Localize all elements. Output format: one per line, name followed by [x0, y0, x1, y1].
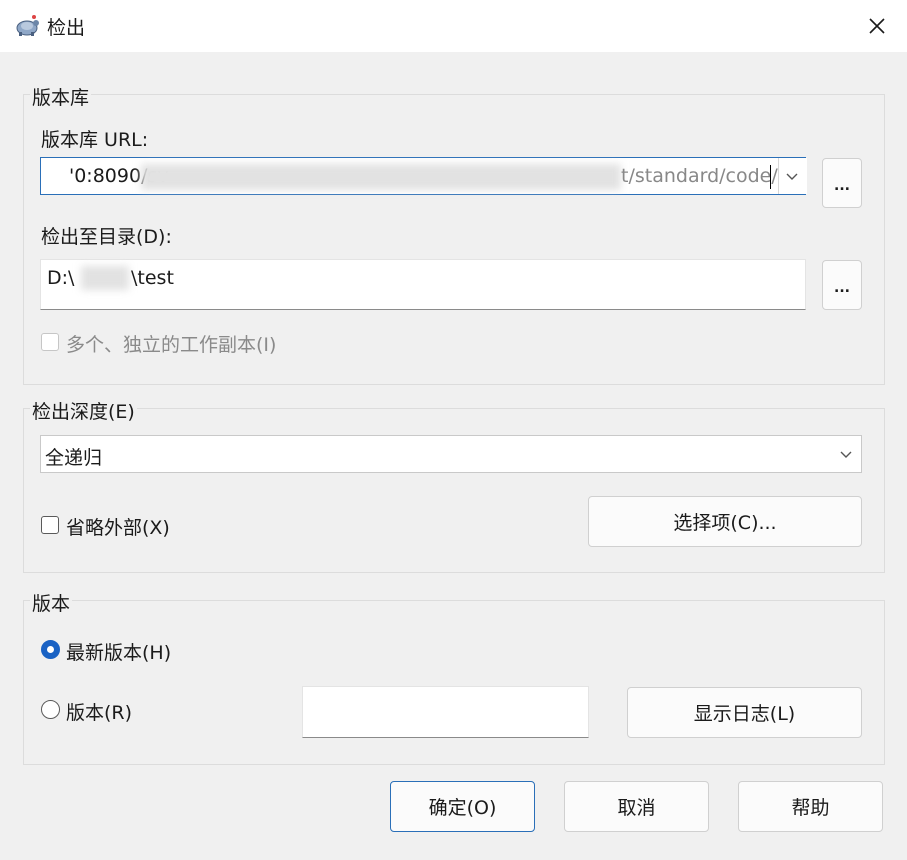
repository-group-label: 版本库 [30, 83, 92, 110]
depth-group [23, 408, 885, 573]
checkout-dir-redacted [81, 266, 129, 290]
choose-items-button[interactable]: 选择项(C)... [588, 496, 862, 547]
url-redacted [141, 164, 621, 190]
specific-revision-radio[interactable] [41, 700, 60, 719]
close-icon[interactable] [861, 10, 893, 42]
checkout-dir-label: 检出至目录(D): [41, 226, 172, 248]
checkout-dialog: 检出 版本库 版本库 URL: '0:8090/sv t/standard/co… [0, 0, 907, 860]
cancel-button[interactable]: 取消 [564, 781, 709, 832]
multiple-copies-checkbox[interactable] [41, 333, 59, 351]
browse-dir-button[interactable]: ... [822, 260, 862, 310]
title-bar: 检出 [0, 0, 907, 52]
omit-externals-label: 省略外部(X) [66, 517, 170, 539]
revision-input[interactable] [302, 686, 589, 738]
url-dropdown-chevron-icon[interactable] [778, 158, 807, 194]
window-title: 检出 [47, 17, 86, 39]
text-cursor [770, 165, 771, 189]
head-revision-label: 最新版本(H) [66, 642, 172, 664]
head-revision-radio[interactable] [41, 640, 60, 659]
checkout-dir-suffix: \test [131, 267, 174, 289]
url-value-right: t/standard/code/ [621, 165, 778, 187]
checkout-dir-prefix: D:\ [47, 267, 75, 289]
omit-externals-checkbox[interactable] [41, 516, 59, 534]
revision-group [23, 600, 885, 765]
ok-button[interactable]: 确定(O) [390, 781, 535, 832]
depth-select[interactable]: 全递归 [40, 435, 862, 473]
checkout-dir-input[interactable]: D:\ \test [40, 259, 806, 310]
chevron-down-icon [840, 451, 852, 458]
tortoise-icon [14, 14, 40, 38]
depth-selected-value: 全递归 [45, 447, 103, 469]
specific-revision-label: 版本(R) [66, 702, 133, 724]
url-combobox[interactable]: '0:8090/sv t/standard/code/ [40, 157, 807, 195]
help-button[interactable]: 帮助 [738, 781, 883, 832]
multiple-copies-label: 多个、独立的工作副本(I) [66, 334, 277, 356]
depth-group-label: 检出深度(E) [30, 397, 137, 424]
browse-url-button[interactable]: ... [822, 158, 862, 208]
url-label: 版本库 URL: [41, 129, 149, 151]
revision-group-label: 版本 [30, 589, 73, 616]
show-log-button[interactable]: 显示日志(L) [627, 687, 862, 738]
